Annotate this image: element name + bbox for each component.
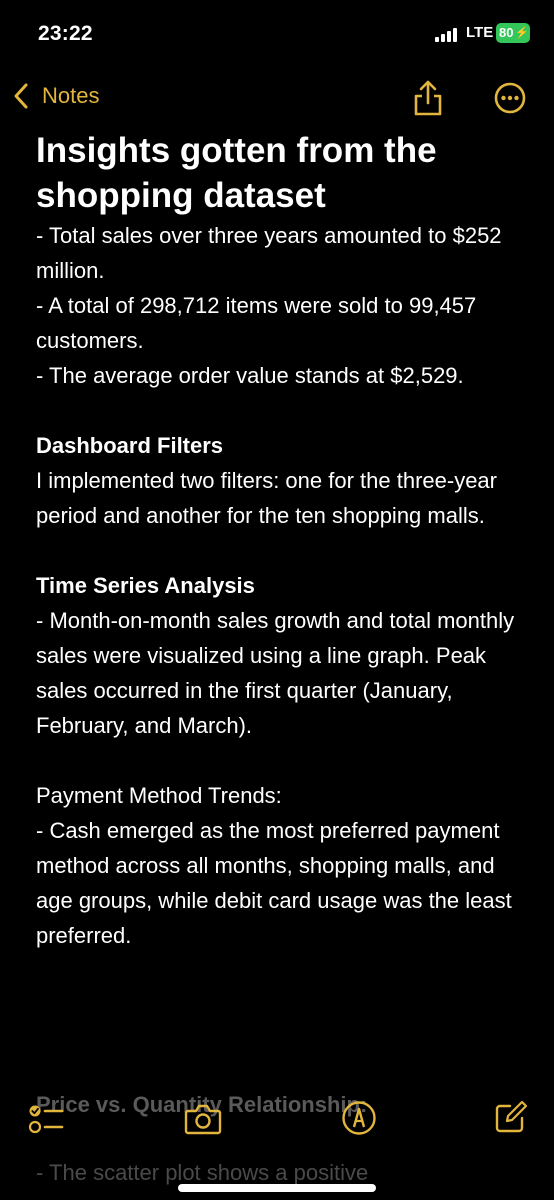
section-body-payment: - Cash emerged as the most preferred pay…: [36, 818, 512, 948]
camera-icon[interactable]: [184, 1102, 222, 1136]
note-intro: - Total sales over three years amounted …: [36, 223, 502, 388]
faded-text-line: - The scatter plot shows a positive: [36, 1160, 369, 1185]
note-body[interactable]: Insights gotten from the shopping datase…: [36, 128, 536, 953]
checklist-icon[interactable]: [28, 1102, 64, 1136]
section-body-time-series: - Month-on-month sales growth and total …: [36, 608, 515, 738]
cellular-signal-icon: [435, 28, 461, 42]
charging-bolt-icon: ⚡: [515, 27, 529, 39]
back-label: Notes: [42, 83, 100, 108]
back-button[interactable]: Notes: [12, 82, 99, 110]
bottom-toolbar: [0, 1090, 554, 1150]
chevron-left-icon: [14, 83, 28, 109]
status-time: 23:22: [38, 22, 93, 45]
section-heading-time-series: Time Series Analysis: [36, 573, 255, 598]
markup-icon[interactable]: [341, 1100, 377, 1136]
battery-level: 80: [499, 25, 514, 40]
status-bar: 23:22 LTE 80 ⚡: [0, 0, 554, 68]
network-type: LTE: [466, 24, 494, 41]
home-indicator[interactable]: [178, 1184, 376, 1192]
section-heading-filters: Dashboard Filters: [36, 433, 224, 458]
share-icon[interactable]: [413, 80, 443, 116]
note-title: Insights gotten from the shopping datase…: [36, 131, 437, 215]
compose-icon[interactable]: [494, 1100, 528, 1134]
nav-bar: Notes: [0, 72, 554, 124]
section-body-filters: I implemented two filters: one for the t…: [36, 468, 497, 528]
section-heading-payment: Payment Method Trends:: [36, 783, 282, 808]
ellipsis-circle-icon[interactable]: [494, 82, 526, 114]
battery-icon: 80 ⚡: [496, 23, 530, 43]
